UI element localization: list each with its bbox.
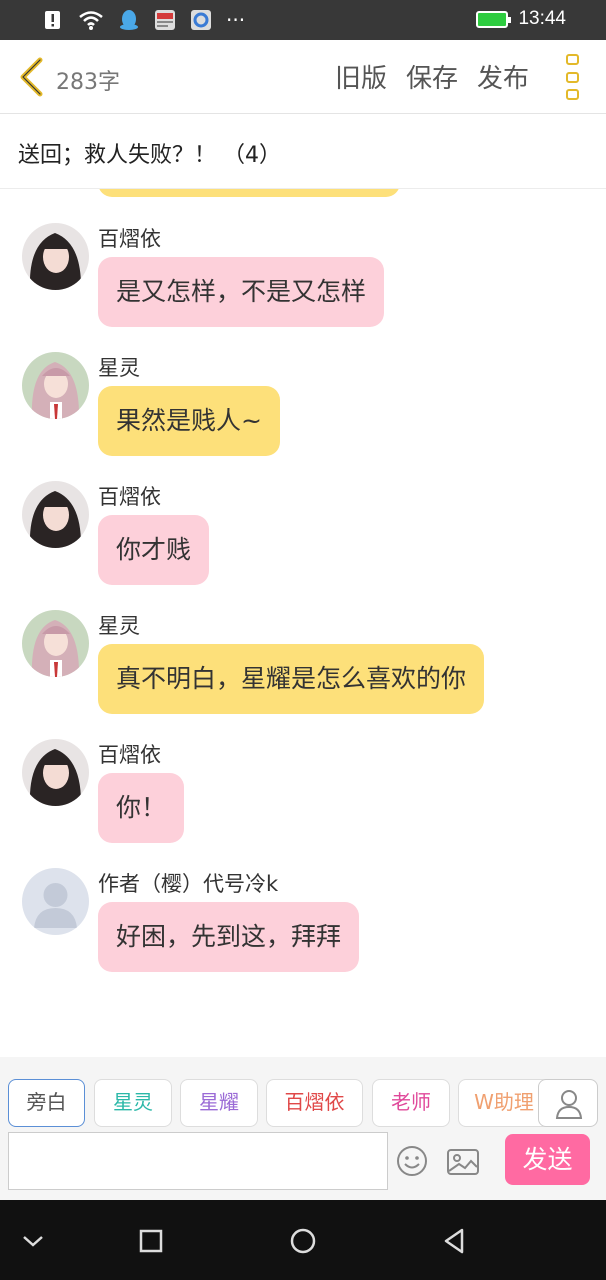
message-bubble[interactable]: 你！ (98, 773, 185, 843)
role-manager-button[interactable] (538, 1079, 598, 1127)
message-bubble[interactable]: 好困，先到这，拜拜 (98, 902, 360, 972)
status-bar: ··· 13:44 (0, 0, 606, 40)
role-chip-xingling[interactable]: 星灵 (94, 1079, 172, 1127)
sender-name: 作者（樱）代号冷k (98, 872, 279, 896)
message-bubble[interactable]: 真不明白，星耀是怎么喜欢的你 (98, 644, 485, 714)
wifi-icon (79, 11, 103, 30)
word-count: 283字 (56, 70, 120, 95)
message-bubble[interactable]: 果然是贱人~ (98, 386, 280, 456)
more-notifications-icon: ··· (226, 8, 246, 32)
hide-keyboard-icon[interactable] (16, 1224, 50, 1258)
notification-icon (45, 11, 60, 29)
avatar[interactable] (22, 739, 89, 806)
browser-app-icon (191, 10, 211, 30)
battery-icon (476, 10, 512, 28)
sender-name: 星灵 (98, 614, 140, 638)
avatar[interactable] (22, 223, 89, 290)
sender-name: 百熠依 (98, 485, 161, 509)
editor-header: 283字 旧版 保存 发布 (0, 40, 606, 114)
system-nav-bar (0, 1200, 606, 1280)
role-chip-baiyiyi[interactable]: 百熠依 (266, 1079, 363, 1127)
status-icons: ··· (42, 8, 245, 32)
avatar[interactable] (22, 352, 89, 419)
default-avatar-icon[interactable] (22, 868, 89, 935)
previous-message-bubble[interactable] (98, 189, 400, 197)
composer: 旁白 星灵 星耀 百熠依 老师 W助理 发送 (0, 1057, 606, 1200)
message-bubble[interactable]: 你才贱 (98, 515, 210, 585)
avatar[interactable] (22, 481, 89, 548)
home-icon[interactable] (286, 1224, 320, 1258)
chat-list[interactable]: 百熠依 是又怎样，不是又怎样 星灵 果然是贱人~ 百熠依 你才贱 星灵 真不明白… (0, 189, 606, 1057)
publish-button[interactable]: 发布 (477, 58, 529, 95)
sender-name: 百熠依 (98, 743, 161, 767)
old-version-button[interactable]: 旧版 (335, 58, 387, 95)
chapter-bar[interactable]: 送回；救人失败？！ （4） (0, 115, 606, 189)
more-menu-icon[interactable] (566, 54, 580, 100)
news-app-icon (155, 10, 175, 30)
emoji-icon[interactable] (395, 1144, 429, 1178)
message-input[interactable] (8, 1132, 388, 1190)
image-icon[interactable] (446, 1147, 480, 1177)
sender-name: 星灵 (98, 356, 140, 380)
person-icon (555, 1090, 583, 1119)
back-icon[interactable] (438, 1224, 472, 1258)
avatar[interactable] (22, 610, 89, 677)
role-chip-teacher[interactable]: 老师 (372, 1079, 450, 1127)
recent-apps-icon[interactable] (134, 1224, 168, 1258)
qq-icon (120, 10, 138, 30)
save-button[interactable]: 保存 (406, 58, 458, 95)
sender-name: 百熠依 (98, 227, 161, 251)
chapter-title[interactable]: 送回；救人失败？！ （4） (18, 137, 281, 169)
role-chip-w-assistant[interactable]: W助理 (458, 1079, 550, 1127)
message-bubble[interactable]: 是又怎样，不是又怎样 (98, 257, 385, 327)
role-chip-xingyao[interactable]: 星耀 (180, 1079, 258, 1127)
role-chip-narrator[interactable]: 旁白 (8, 1079, 85, 1127)
clock: 13:44 (518, 8, 566, 29)
send-button[interactable]: 发送 (505, 1134, 590, 1185)
back-chevron-icon[interactable] (16, 56, 46, 98)
